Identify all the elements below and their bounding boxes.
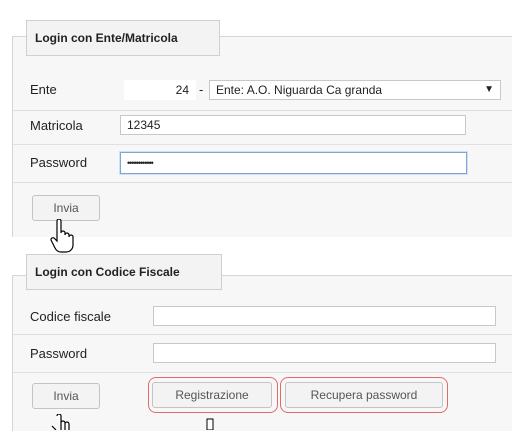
cf-login-title: Login con Codice Fiscale — [26, 254, 222, 290]
ente-login-title: Login con Ente/Matricola — [26, 20, 220, 56]
codice-fiscale-label: Codice fiscale — [30, 309, 111, 324]
matricola-label: Matricola — [30, 118, 83, 133]
cf-invia-button[interactable]: Invia — [32, 383, 100, 409]
hand-pointer-icon — [51, 414, 70, 430]
matricola-field[interactable]: 12345 — [120, 115, 466, 135]
password-field[interactable]: •••••••••••• — [120, 152, 467, 174]
hand-pointer-icon — [50, 219, 74, 253]
password-label: Password — [30, 155, 88, 170]
divider — [13, 144, 512, 145]
divider — [13, 182, 512, 183]
i-beam-icon — [206, 418, 214, 430]
ente-dash: - — [199, 82, 204, 97]
registrazione-button[interactable]: Registrazione — [152, 382, 272, 408]
ente-select-value: Ente: A.O. Niguarda Ca granda — [216, 83, 383, 97]
chevron-down-icon: ▼ — [484, 84, 494, 95]
ente-label: Ente — [30, 82, 57, 97]
invia-button[interactable]: Invia — [32, 195, 100, 221]
divider — [13, 372, 512, 373]
cf-password-field[interactable] — [153, 343, 496, 363]
ente-select[interactable]: Ente: A.O. Niguarda Ca granda ▼ — [209, 80, 501, 100]
divider — [13, 334, 512, 335]
divider — [13, 110, 512, 111]
codice-fiscale-field[interactable] — [153, 306, 496, 326]
ente-code-field[interactable]: 24 — [124, 80, 196, 100]
cf-password-label: Password — [30, 346, 88, 361]
recupera-password-button[interactable]: Recupera password — [285, 382, 443, 408]
